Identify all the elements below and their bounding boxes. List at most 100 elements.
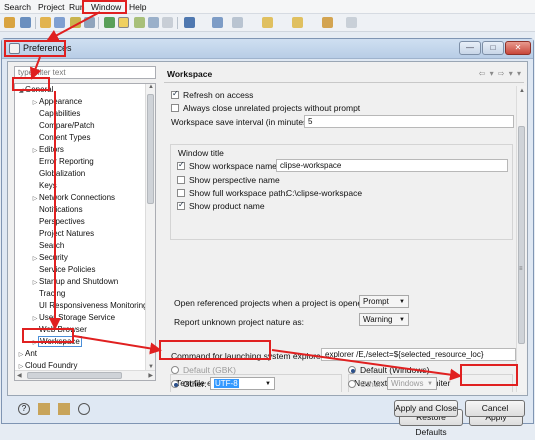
cancel-button[interactable]: Cancel bbox=[465, 400, 525, 417]
refresh-on-access-checkbox[interactable] bbox=[171, 89, 179, 99]
tree-item[interactable]: Error Reporting bbox=[15, 156, 145, 168]
tree-item[interactable]: ▷ Security bbox=[15, 252, 145, 264]
tree-scroll-thumb[interactable] bbox=[147, 94, 154, 204]
tree-item[interactable]: ▷ Network Connections bbox=[15, 192, 145, 204]
always-close-label: Always close unrelated projects without … bbox=[183, 103, 361, 113]
encoding-default-radio[interactable] bbox=[171, 366, 179, 374]
tree-item-label: Service Policies bbox=[39, 265, 96, 274]
tree-item[interactable]: ▷ Ant bbox=[15, 348, 145, 360]
tree-item[interactable]: ▷ Workspace bbox=[15, 336, 145, 348]
apply-and-close-button[interactable]: Apply and Close bbox=[394, 400, 458, 417]
menu-project[interactable]: Project bbox=[38, 2, 64, 12]
menu-window[interactable]: Window bbox=[91, 2, 121, 12]
show-workspace-name-label: Show workspace name: bbox=[189, 161, 280, 171]
close-button[interactable]: ✕ bbox=[505, 41, 531, 55]
tree-item[interactable]: ▷ Appearance bbox=[15, 96, 145, 108]
tree-item[interactable]: Web Browser bbox=[15, 324, 145, 336]
run-icon[interactable] bbox=[184, 17, 195, 28]
tree-item[interactable]: ▷ User Storage Service bbox=[15, 312, 145, 324]
debug-icon[interactable] bbox=[104, 17, 115, 28]
tree-horizontal-scrollbar[interactable]: ◀ ▶ bbox=[15, 370, 155, 380]
maximize-button[interactable]: □ bbox=[482, 41, 504, 55]
workspace-name-input[interactable]: clipse-workspace bbox=[276, 159, 508, 172]
tree-item[interactable]: Search bbox=[15, 240, 145, 252]
report-nature-select[interactable]: Warning ▼ bbox=[359, 313, 409, 326]
encoding-other-radio[interactable] bbox=[171, 380, 179, 388]
import-icon[interactable] bbox=[38, 403, 50, 415]
window-icon[interactable] bbox=[212, 17, 223, 28]
show-product-name-checkbox[interactable] bbox=[177, 200, 185, 210]
tree-item[interactable]: UI Responsiveness Monitoring bbox=[15, 300, 148, 312]
menubar: Search Project Run Window Help bbox=[0, 0, 535, 14]
annotation-icon[interactable] bbox=[262, 17, 273, 28]
pencil-icon[interactable] bbox=[118, 17, 129, 28]
open-referenced-select[interactable]: Prompt ▼ bbox=[359, 295, 409, 308]
delimiter-select[interactable]: Windows ▼ bbox=[387, 377, 437, 390]
minimize-button[interactable]: — bbox=[459, 41, 481, 55]
toolbar-separator bbox=[177, 17, 178, 29]
settings-icon[interactable] bbox=[20, 17, 31, 28]
tree-item-label: Tracing bbox=[39, 289, 66, 298]
tree-item[interactable]: Perspectives bbox=[15, 216, 145, 228]
tree-item-label: Network Connections bbox=[39, 193, 116, 202]
help-icon[interactable]: ? bbox=[18, 403, 30, 415]
new-icon[interactable] bbox=[4, 17, 15, 28]
tree-vertical-scrollbar[interactable]: ▲ ▼ bbox=[145, 84, 155, 370]
toolbar bbox=[0, 14, 535, 32]
tree-item[interactable]: Globalization bbox=[15, 168, 145, 180]
dropdown-arrow-icon: ▼ bbox=[427, 381, 433, 387]
record-icon[interactable] bbox=[78, 403, 90, 415]
next-annotation-icon[interactable] bbox=[292, 17, 303, 28]
tree-item[interactable]: Compare/Patch bbox=[15, 120, 145, 132]
tree-item[interactable]: Keys bbox=[15, 180, 145, 192]
always-close-checkbox[interactable] bbox=[171, 104, 179, 112]
preferences-icon bbox=[9, 43, 20, 54]
save-icon[interactable] bbox=[54, 17, 65, 28]
tree-item[interactable]: Content Types bbox=[15, 132, 145, 144]
save-interval-label: Workspace save interval (in minutes): bbox=[171, 117, 313, 127]
scroll-up-icon[interactable]: ▲ bbox=[148, 84, 154, 90]
delimiter-value: Windows bbox=[391, 379, 424, 388]
tree-item-label: User Storage Service bbox=[39, 313, 116, 322]
scroll-up-icon[interactable]: ▲ bbox=[519, 88, 525, 94]
command-input[interactable]: explorer /E,/select=${selected_resource_… bbox=[321, 348, 516, 361]
tree-item[interactable]: Tracing bbox=[15, 288, 145, 300]
delimiter-other-radio[interactable] bbox=[348, 380, 356, 388]
save-interval-input[interactable]: 5 bbox=[304, 115, 514, 128]
content-scroll-thumb[interactable] bbox=[518, 126, 525, 344]
tree-item[interactable]: ▷ Startup and Shutdown bbox=[15, 276, 145, 288]
delimiter-other-label: Other: bbox=[360, 379, 384, 389]
back-icon[interactable] bbox=[322, 17, 333, 28]
forward-icon[interactable] bbox=[346, 17, 357, 28]
paragraph-icon[interactable] bbox=[162, 17, 173, 28]
outline-icon[interactable] bbox=[148, 17, 159, 28]
task-icon[interactable] bbox=[134, 17, 145, 28]
tree-item[interactable]: Notifications bbox=[15, 204, 145, 216]
tree-item[interactable]: ◢ General bbox=[15, 84, 145, 96]
print-icon[interactable] bbox=[84, 17, 95, 28]
tree-item[interactable]: Service Policies bbox=[15, 264, 145, 276]
menu-run[interactable]: Run bbox=[69, 2, 85, 12]
show-full-path-checkbox[interactable] bbox=[177, 189, 185, 197]
open-folder-icon[interactable] bbox=[40, 17, 51, 28]
delimiter-default-radio[interactable] bbox=[348, 366, 356, 374]
filter-input[interactable] bbox=[14, 66, 156, 79]
scroll-left-icon[interactable]: ◀ bbox=[17, 372, 22, 379]
dialog-titlebar[interactable]: Preferences — □ ✕ bbox=[2, 39, 533, 59]
menu-search[interactable]: Search bbox=[4, 2, 31, 12]
tree-hscroll-thumb[interactable] bbox=[27, 372, 122, 379]
export-icon[interactable] bbox=[58, 403, 70, 415]
encoding-select[interactable]: UTF-8 ▼ bbox=[210, 377, 275, 390]
pin-icon[interactable] bbox=[70, 17, 81, 28]
show-perspective-checkbox[interactable] bbox=[177, 176, 185, 184]
content-vertical-scrollbar[interactable]: ▲ ≡ bbox=[516, 86, 526, 392]
menu-help[interactable]: Help bbox=[129, 2, 146, 12]
tree-item[interactable]: Project Natures bbox=[15, 228, 145, 240]
history-nav-icons[interactable]: ⇦ ▾ ⇨ ▾ ▾ bbox=[479, 69, 522, 78]
tree-item[interactable]: Capabilities bbox=[15, 108, 145, 120]
tree-item-label: Search bbox=[39, 241, 65, 250]
tools-icon[interactable] bbox=[232, 17, 243, 28]
show-workspace-name-checkbox[interactable] bbox=[177, 160, 185, 170]
scroll-right-icon[interactable]: ▶ bbox=[148, 372, 153, 379]
tree-item[interactable]: ▷ Editors bbox=[15, 144, 145, 156]
